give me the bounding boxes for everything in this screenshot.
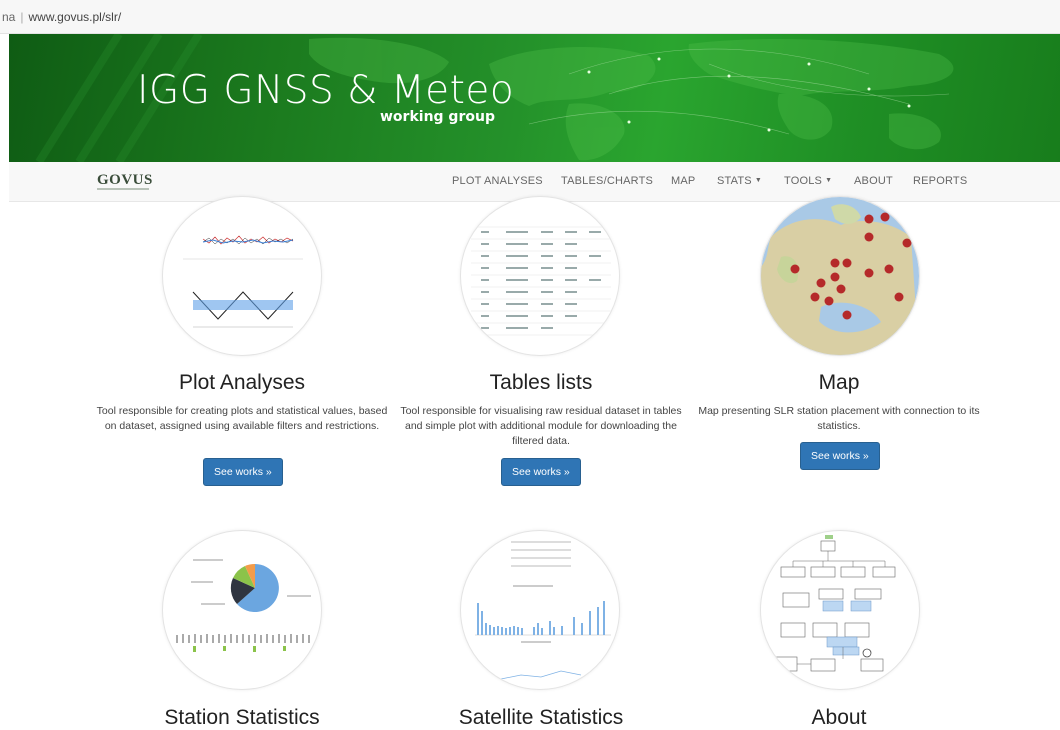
header-banner: IGG GNSS & Meteo working group [9, 34, 1060, 162]
nav-label: TABLES/CHARTS [561, 175, 654, 187]
flowchart-preview-image [770, 535, 896, 672]
nav-map[interactable]: MAP [671, 175, 695, 187]
card-desc-tables-lists: Tool responsible for visualising raw res… [400, 405, 682, 447]
nav-stats-dropdown[interactable]: STATS ▼ [717, 175, 762, 187]
nav-plot-analyses[interactable]: PLOT ANALYSES [452, 175, 543, 187]
address-bar[interactable]: na | www.govus.pl/slr/ [0, 0, 1060, 34]
banner-subtitle: working group [380, 109, 495, 125]
nav-tables-charts[interactable]: TABLES/CHARTS [561, 175, 653, 187]
europe-map-preview-image [761, 197, 919, 355]
card-title-tables-lists: Tables lists [489, 371, 593, 394]
nav-label: REPORTS [913, 175, 968, 187]
nav-label: ABOUT [854, 175, 893, 187]
satellite-statistics-thumbnail[interactable] [460, 530, 620, 690]
map-thumbnail[interactable] [760, 196, 920, 356]
tables-lists-thumbnail[interactable] [460, 196, 620, 356]
address-separator: | [20, 9, 24, 24]
brand-tagline-mark [97, 188, 149, 190]
card-title-station-statistics: Station Statistics [164, 706, 320, 729]
about-thumbnail[interactable] [760, 530, 920, 690]
caret-down-icon: ▼ [754, 177, 762, 184]
brand-logo[interactable]: GOVUS [97, 172, 153, 189]
see-works-button-plot-analyses[interactable]: See works » [203, 458, 283, 486]
nav-reports[interactable]: REPORTS [913, 175, 967, 187]
bar-chart-preview-image [475, 541, 611, 680]
see-works-button-map[interactable]: See works » [800, 442, 880, 470]
banner-title: IGG GNSS & Meteo [137, 68, 515, 113]
card-title-plot-analyses: Plot Analyses [178, 371, 306, 394]
tab-title-clipped: na [2, 9, 16, 24]
nav-label: TOOLS [784, 175, 823, 187]
card-title-map: Map [818, 371, 860, 394]
plot-analyses-thumbnail[interactable] [162, 196, 322, 356]
nav-tools-dropdown[interactable]: TOOLS ▼ [784, 175, 832, 187]
caret-down-icon: ▼ [825, 177, 833, 184]
card-desc-map: Map presenting SLR station placement wit… [698, 405, 980, 432]
url-text[interactable]: www.govus.pl/slr/ [28, 10, 121, 24]
station-statistics-thumbnail[interactable] [162, 530, 322, 690]
card-desc-plot-analyses: Tool responsible for creating plots and … [96, 405, 388, 432]
nav-about[interactable]: ABOUT [854, 175, 893, 187]
nav-label: MAP [671, 175, 696, 187]
card-title-about: About [811, 706, 867, 729]
table-preview-image [471, 226, 611, 336]
card-title-satellite-statistics: Satellite Statistics [458, 706, 624, 729]
line-plot-preview-image [183, 235, 303, 328]
nav-label: STATS [717, 175, 752, 187]
see-works-button-tables-lists[interactable]: See works » [501, 458, 581, 486]
pie-chart-preview-image [176, 559, 311, 652]
nav-label: PLOT ANALYSES [452, 175, 543, 187]
